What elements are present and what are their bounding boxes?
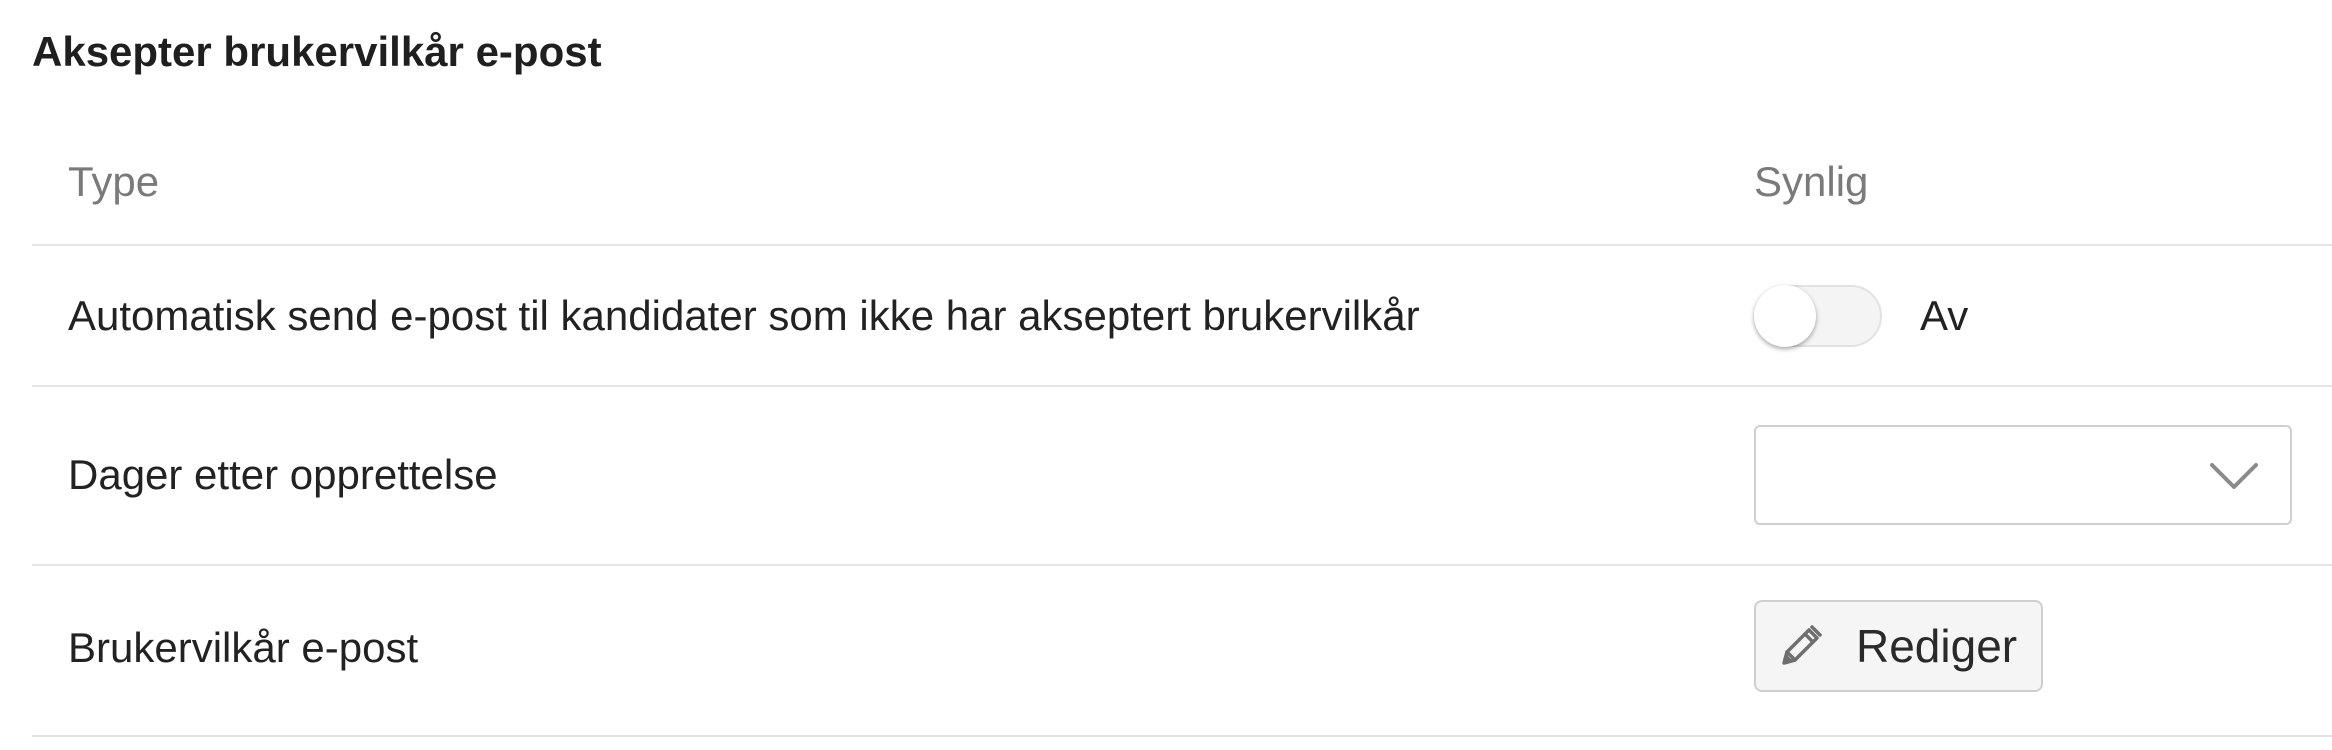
toggle-state-label: Av <box>1920 292 1969 339</box>
section-title: Aksepter brukervilkår e-post <box>32 28 602 75</box>
pencil-icon <box>1782 625 1822 665</box>
row-label-terms-email: Brukervilkår e-post <box>68 624 419 671</box>
chevron-down-icon <box>2210 463 2258 489</box>
row-label-days-after: Dager etter opprettelse <box>68 451 498 498</box>
table-row-terms-email: Brukervilkår e-post Rediger <box>32 566 2332 737</box>
edit-button-label: Rediger <box>1856 620 2018 672</box>
row-label-auto-send: Automatisk send e-post til kandidater so… <box>68 292 1420 339</box>
table-row-auto-send: Automatisk send e-post til kandidater so… <box>32 246 2332 387</box>
table-row-days-after: Dager etter opprettelse <box>32 387 2332 566</box>
auto-send-toggle-group: Av <box>1754 284 1968 348</box>
auto-send-toggle[interactable] <box>1754 285 1882 347</box>
column-header-visible: Synlig <box>1754 158 1869 205</box>
table-header-row: Type Synlig <box>32 128 2332 246</box>
column-header-type: Type <box>68 158 160 205</box>
days-after-select[interactable] <box>1754 425 2292 525</box>
settings-table: Type Synlig Automatisk send e-post til k… <box>32 128 2332 737</box>
edit-button[interactable]: Rediger <box>1754 600 2044 692</box>
toggle-knob <box>1754 285 1816 347</box>
